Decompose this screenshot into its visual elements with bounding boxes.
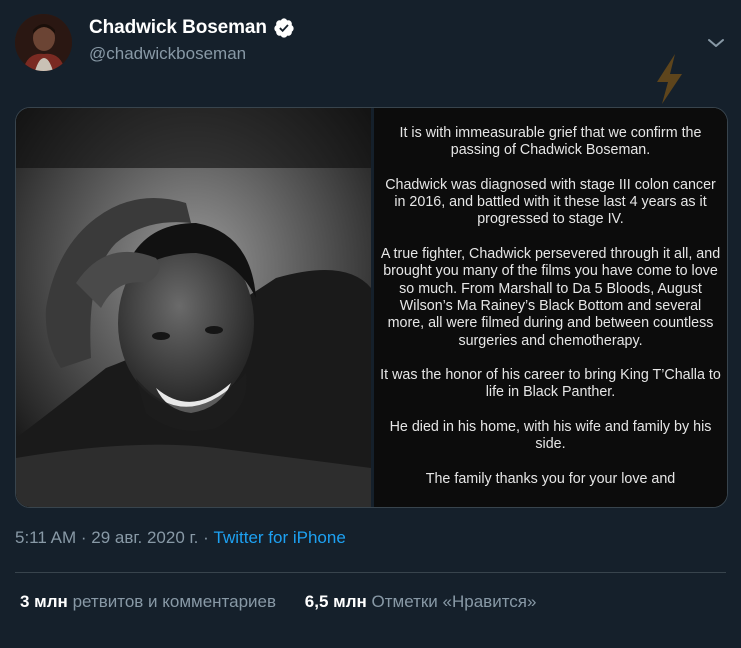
verified-badge-icon [274, 18, 294, 38]
likes-count: 6,5 млн [304, 592, 367, 611]
avatar-portrait-icon [15, 14, 72, 71]
statement-paragraph: He died in his home, with his wife and f… [389, 419, 712, 453]
divider [15, 572, 726, 573]
retweets-stat[interactable]: 3 млн ретвитов и комментариев [20, 592, 281, 611]
tweet-source-link[interactable]: Twitter for iPhone [214, 528, 346, 547]
statement-paragraph: It was the honor of his career to bring … [380, 367, 721, 401]
statement-paragraph: A true fighter, Chadwick persevered thro… [380, 246, 721, 349]
retweets-label: ретвитов и комментариев [72, 592, 277, 611]
lightning-bolt-icon [657, 54, 682, 104]
tweet-time[interactable]: 5:11 AM [15, 528, 76, 547]
tweet-media[interactable]: It is with immeasurable grief that we co… [15, 107, 728, 508]
tweet-date[interactable]: 29 авг. 2020 г. [91, 528, 198, 547]
statement-paragraph: Chadwick was diagnosed with stage III co… [385, 176, 716, 228]
statement-paragraph: The family thanks you for your love and [425, 470, 676, 487]
tweet-stats: 3 млн ретвитов и комментариев 6,5 млн От… [20, 592, 536, 612]
chevron-down-icon[interactable] [705, 34, 727, 52]
author-handle[interactable]: @chadwickboseman [89, 44, 246, 64]
meta-separator: · [203, 528, 209, 547]
black-and-white-portrait-photo-icon [16, 108, 371, 507]
meta-separator: · [80, 528, 87, 547]
likes-label: Отметки «Нравится» [371, 592, 537, 611]
statement-paragraph: It is with immeasurable grief that we co… [399, 125, 702, 159]
tweet: Chadwick Boseman @chadwickboseman It is … [0, 0, 741, 648]
author-name-row: Chadwick Boseman [89, 17, 295, 39]
likes-stat[interactable]: 6,5 млн Отметки «Нравится» [305, 592, 537, 611]
author-avatar[interactable] [15, 14, 72, 71]
portrait-photo[interactable] [16, 108, 371, 507]
retweets-count: 3 млн [20, 592, 68, 611]
author-name[interactable]: Chadwick Boseman [89, 17, 267, 39]
tweet-meta: 5:11 AM · 29 авг. 2020 г. · Twitter for … [15, 528, 346, 548]
family-statement-image[interactable]: It is with immeasurable grief that we co… [374, 108, 727, 507]
